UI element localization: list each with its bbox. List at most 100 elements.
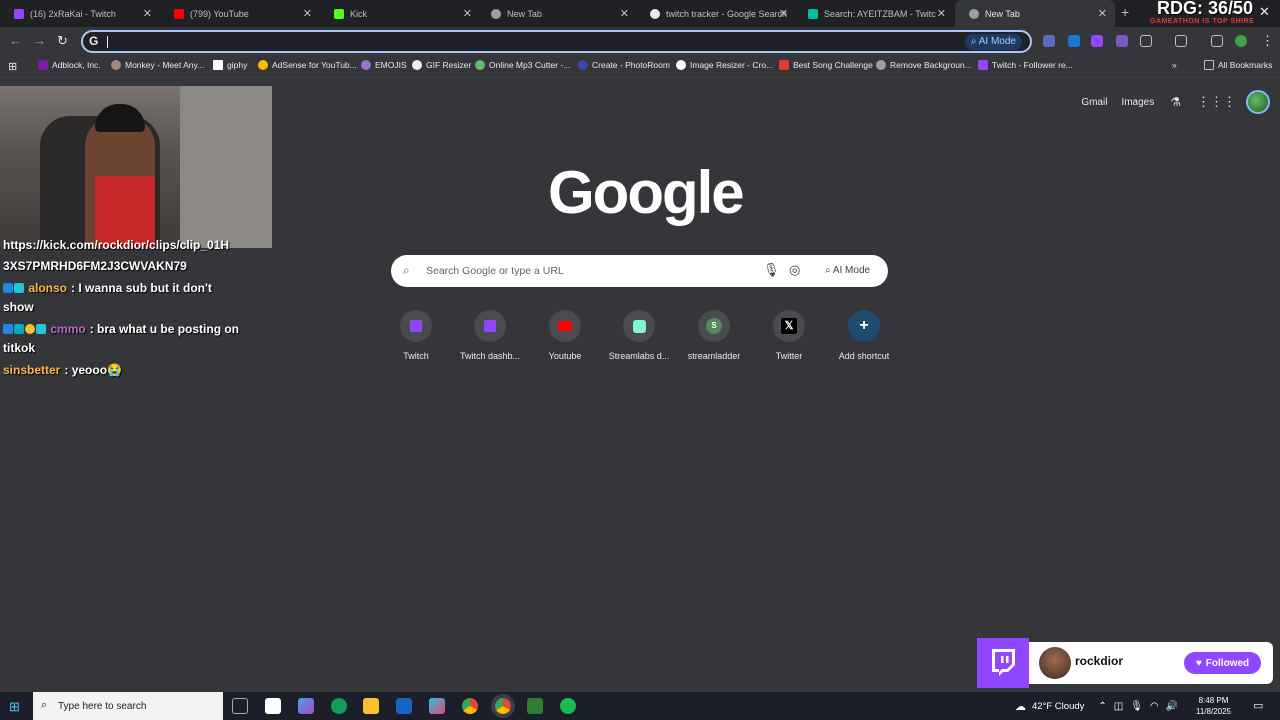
back-icon[interactable]: ← bbox=[9, 33, 22, 48]
tab-newtab-1[interactable]: New Tab ✕ bbox=[477, 0, 637, 27]
ai-mode-label: AI Mode bbox=[978, 36, 1016, 47]
menu-icon[interactable]: ⋮ bbox=[1261, 33, 1274, 49]
images-link[interactable]: Images bbox=[1121, 97, 1154, 108]
ai-mode-label: AI Mode bbox=[832, 265, 871, 276]
tab-label: (799) YouTube bbox=[190, 8, 249, 19]
bookmark-item[interactable]: Online Mp3 Cutter -... bbox=[475, 60, 570, 70]
clock[interactable]: 8:48 PM 11/8/2025 bbox=[1196, 695, 1231, 717]
forward-icon[interactable]: → bbox=[33, 33, 46, 48]
notification-icon[interactable]: ▭ bbox=[1253, 699, 1263, 712]
outlook-icon[interactable] bbox=[396, 698, 412, 714]
bookmark-item[interactable]: Monkey - Meet Any... bbox=[111, 60, 204, 70]
close-icon[interactable]: ✕ bbox=[303, 7, 312, 20]
spotify-icon[interactable] bbox=[560, 698, 576, 714]
chevron-right-icon[interactable]: » bbox=[1172, 60, 1177, 70]
chevron-up-icon[interactable]: ⌃ bbox=[1098, 701, 1106, 712]
windows-taskbar: ⊞ ⌕ Type here to search ☁ 42°F Cloudy ⌃ … bbox=[0, 692, 1280, 720]
shortcut-streamladder[interactable]: S streamladder bbox=[676, 310, 752, 361]
volume-icon[interactable]: 🔊 bbox=[1166, 701, 1178, 712]
address-bar[interactable]: G ⌕ AI Mode bbox=[81, 30, 1032, 53]
search-box[interactable]: ⌕ Search Google or type a URL 🎙 ◎ ⌕ AI M… bbox=[391, 255, 888, 287]
all-bookmarks[interactable]: All Bookmarks bbox=[1204, 60, 1272, 70]
close-icon[interactable]: ✕ bbox=[937, 7, 946, 20]
media-icon[interactable] bbox=[1211, 35, 1223, 47]
new-tab-button[interactable]: + bbox=[1121, 4, 1129, 20]
bookmark-item[interactable]: Adblock, Inc. bbox=[38, 60, 101, 70]
adsense-icon bbox=[258, 60, 268, 70]
lens-icon[interactable]: ◎ bbox=[789, 262, 800, 278]
microphone-icon[interactable]: 🎙 bbox=[1130, 701, 1143, 712]
google-apps-icon[interactable]: ⋮⋮⋮ bbox=[1197, 94, 1236, 110]
edge-icon[interactable] bbox=[331, 698, 347, 714]
rdg-counter: RDG: 36/50 bbox=[1157, 0, 1254, 18]
taskbar-search-input[interactable]: Type here to search bbox=[58, 701, 146, 712]
twitch-extension-icon[interactable] bbox=[1091, 35, 1103, 47]
close-icon[interactable]: ✕ bbox=[463, 7, 472, 20]
bookmark-item[interactable]: AdSense for YouTub... bbox=[258, 60, 357, 70]
tab-newtab-active[interactable]: New Tab ✕ bbox=[955, 0, 1115, 27]
chrome-icon[interactable] bbox=[462, 698, 478, 714]
file-explorer-icon[interactable] bbox=[363, 698, 379, 714]
extension-icon[interactable] bbox=[1043, 35, 1055, 47]
search-input[interactable]: Search Google or type a URL bbox=[426, 265, 564, 277]
cast-icon[interactable] bbox=[1175, 35, 1187, 47]
bookmark-item[interactable]: Twitch - Follower re... bbox=[978, 60, 1073, 70]
chrome-active-icon[interactable] bbox=[495, 698, 511, 714]
shortcut-youtube[interactable]: Youtube bbox=[527, 310, 603, 361]
shortcut-twitch-dashboard[interactable]: Twitch dashb... bbox=[452, 310, 528, 361]
shortcut-label: Youtube bbox=[548, 351, 582, 361]
follow-panel: rockdior ♥ Followed bbox=[1029, 642, 1273, 684]
bookmark-item[interactable]: Create - PhotoRoom bbox=[578, 60, 670, 70]
taskbar-search[interactable]: ⌕ Type here to search bbox=[33, 692, 223, 720]
copilot-icon[interactable] bbox=[298, 698, 314, 714]
network-icon[interactable]: ◫ bbox=[1114, 701, 1123, 712]
close-icon[interactable]: ✕ bbox=[143, 7, 152, 20]
all-bookmarks-label: All Bookmarks bbox=[1218, 60, 1273, 70]
shortcut-twitter[interactable]: 𝕏 Twitter bbox=[751, 310, 827, 361]
task-view-icon[interactable] bbox=[232, 698, 248, 714]
google-logo: Google bbox=[548, 159, 745, 226]
add-shortcut-button[interactable]: + Add shortcut bbox=[826, 310, 902, 361]
ai-mode-button[interactable]: ⌕ AI Mode bbox=[817, 260, 878, 282]
bookmark-item[interactable]: EMOJIS bbox=[361, 60, 407, 70]
ai-mode-button[interactable]: ⌕ AI Mode bbox=[964, 34, 1022, 50]
image-resizer-icon bbox=[676, 60, 686, 70]
shortcut-twitch[interactable]: Twitch bbox=[378, 310, 454, 361]
webcam-background bbox=[180, 86, 272, 248]
window-close-icon[interactable]: ✕ bbox=[1259, 4, 1270, 20]
shortcut-streamlabs[interactable]: Streamlabs d... bbox=[601, 310, 677, 361]
bookmark-item[interactable]: Image Resizer - Cro... bbox=[676, 60, 773, 70]
close-icon[interactable]: ✕ bbox=[779, 7, 788, 20]
bookmark-item[interactable]: GIF Resizer bbox=[412, 60, 471, 70]
chat-text: https://kick.com/rockdior/clips/clip_01H bbox=[3, 240, 230, 252]
close-icon[interactable]: ✕ bbox=[620, 7, 629, 20]
tab-twitch[interactable]: (16) 2xRaKai - Twitch ✕ bbox=[0, 0, 160, 27]
labs-flask-icon[interactable]: ⚗ bbox=[1170, 95, 1181, 109]
microphone-icon[interactable]: 🎙 bbox=[763, 262, 780, 278]
bookmark-item[interactable]: giphy bbox=[213, 60, 247, 70]
avatar[interactable] bbox=[1246, 90, 1270, 114]
bookmark-item[interactable]: Best Song Challenge bbox=[779, 60, 873, 70]
twitch-icon bbox=[474, 310, 506, 342]
puzzle-icon[interactable] bbox=[1140, 35, 1152, 47]
weather-text[interactable]: 42°F Cloudy bbox=[1032, 701, 1084, 712]
tab-twitchtracker[interactable]: Search: AYEITZBAM - TwitchTra ✕ bbox=[794, 0, 954, 27]
shield-icon[interactable] bbox=[1068, 35, 1080, 47]
tab-google-search[interactable]: twitch tracker - Google Search ✕ bbox=[636, 0, 796, 27]
close-icon[interactable]: ✕ bbox=[1098, 7, 1107, 20]
tab-kick[interactable]: Kick ✕ bbox=[320, 0, 480, 27]
apps-icon[interactable]: ⊞ bbox=[8, 60, 17, 73]
extension-icon[interactable] bbox=[1116, 35, 1128, 47]
reload-icon[interactable]: ↻ bbox=[57, 33, 68, 49]
calculator-icon[interactable] bbox=[265, 698, 281, 714]
tab-youtube[interactable]: (799) YouTube ✕ bbox=[160, 0, 320, 27]
followed-button: ♥ Followed bbox=[1184, 652, 1261, 674]
gmail-link[interactable]: Gmail bbox=[1081, 97, 1107, 108]
windows-start-icon[interactable]: ⊞ bbox=[9, 699, 20, 715]
bookmark-item[interactable]: Remove Backgroun... bbox=[876, 60, 972, 70]
bookmark-label: Online Mp3 Cutter -... bbox=[489, 60, 571, 70]
wifi-icon[interactable]: ◠ bbox=[1150, 701, 1159, 712]
app-icon[interactable] bbox=[527, 698, 543, 714]
profile-icon[interactable] bbox=[1235, 35, 1247, 47]
copilot-app-icon[interactable] bbox=[429, 698, 445, 714]
